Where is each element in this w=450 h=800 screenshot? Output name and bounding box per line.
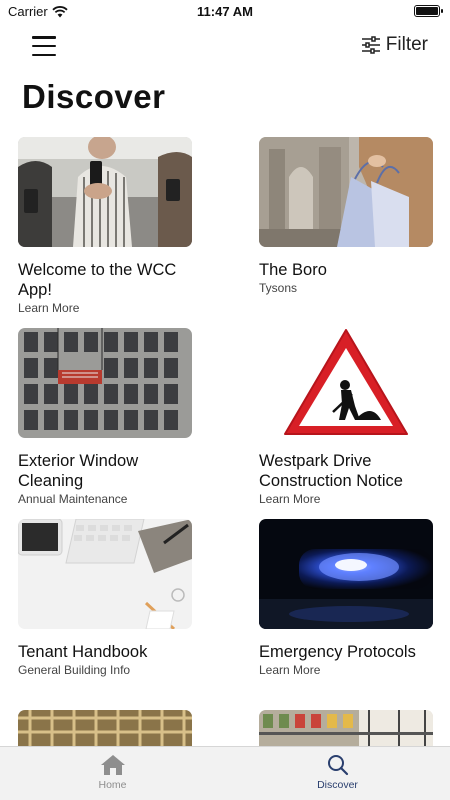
sliders-icon: [361, 36, 380, 54]
card-the-boro[interactable]: The Boro Tysons: [259, 137, 433, 295]
shopping-bags-photo: [259, 137, 433, 247]
tab-home-label: Home: [98, 779, 127, 791]
card-title: Westpark Drive Construction Notice: [259, 452, 403, 490]
card-subtitle: Learn More: [259, 492, 321, 506]
page-title: Discover: [22, 78, 166, 115]
card-window-cleaning[interactable]: Exterior Window Cleaning Annual Maintena…: [18, 328, 192, 506]
search-icon: [327, 755, 348, 776]
card-title: Emergency Protocols: [259, 643, 416, 661]
police-light-photo: [259, 519, 433, 629]
card-title: The Boro: [259, 261, 327, 279]
card-subtitle: Annual Maintenance: [18, 492, 128, 506]
tab-discover[interactable]: Discover: [225, 747, 450, 800]
battery-icon: [414, 5, 443, 17]
filter-label: Filter: [385, 34, 428, 55]
filter-button[interactable]: Filter: [361, 34, 428, 56]
card-construction-notice[interactable]: Westpark Drive Construction Notice Learn…: [259, 328, 433, 506]
tab-discover-label: Discover: [317, 779, 358, 791]
tab-home[interactable]: Home: [0, 747, 225, 800]
card-title: Exterior Window Cleaning: [18, 452, 139, 490]
building-facade-photo: [18, 328, 192, 438]
status-bar: Carrier 11:47 AM: [0, 0, 450, 24]
card-tenant-handbook[interactable]: Tenant Handbook General Building Info: [18, 519, 192, 677]
card-subtitle: Tysons: [259, 281, 298, 295]
card-welcome[interactable]: Welcome to the WCC App! Learn More: [18, 137, 192, 315]
navigation-bar: Filter: [0, 30, 450, 64]
tab-bar: Home Discover: [0, 746, 450, 800]
card-subtitle: Learn More: [259, 663, 321, 677]
desk-workspace-photo: [18, 519, 192, 629]
home-icon: [100, 755, 125, 775]
card-title: Tenant Handbook: [18, 643, 148, 661]
card-emergency-protocols[interactable]: Emergency Protocols Learn More: [259, 519, 433, 677]
card-title: Welcome to the WCC App!: [18, 261, 177, 299]
road-work-sign: [259, 328, 433, 438]
people-with-phones-photo: [18, 137, 192, 247]
hamburger-menu-button[interactable]: [32, 36, 56, 56]
card-subtitle: General Building Info: [18, 663, 131, 677]
clock: 11:47 AM: [197, 4, 253, 19]
card-subtitle: Learn More: [18, 301, 80, 315]
